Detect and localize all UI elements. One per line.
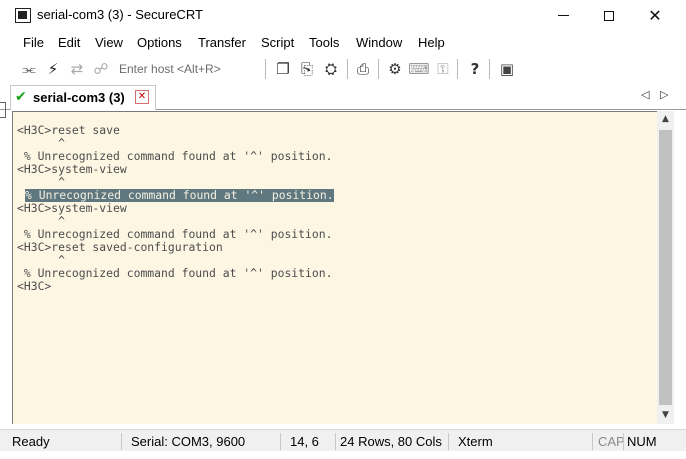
copy-icon[interactable]: ❐ [273,59,293,79]
status-bar: Ready Serial: COM3, 9600 14, 6 24 Rows, … [0,429,686,451]
minimize-icon [557,15,569,16]
toolbar-separator [457,59,458,79]
maximize-icon [604,10,614,21]
status-cursor-position: 14, 6 [290,434,319,449]
tab-bar: ✔ serial-com3 (3) ✕ [0,84,686,110]
menu-help[interactable]: Help [418,35,445,50]
tab-prev-icon[interactable]: ◁ [641,88,649,101]
menu-file[interactable]: File [23,35,44,50]
status-ready: Ready [12,434,50,449]
reconnect-icon[interactable]: ⇄ [67,59,87,79]
tab-serial-com3[interactable]: ✔ serial-com3 (3) ✕ [10,85,156,110]
sftp-icon[interactable]: ⚿ [433,59,453,79]
status-serial: Serial: COM3, 9600 [131,434,246,449]
window-title: serial-com3 (3) - SecureCRT [37,7,203,22]
status-separator [121,433,122,450]
settings-icon[interactable]: ⚙ [385,59,405,79]
maximize-button[interactable] [586,0,632,31]
left-edge-tab-icon [0,102,6,118]
about-icon[interactable]: ▣ [497,59,517,79]
vertical-scrollbar[interactable]: ▲ ▼ [657,111,674,424]
tab-close-icon[interactable]: ✕ [135,90,149,104]
toolbar: ⫘ ⚡ ⇄ ☍ Enter host <Alt+R> ❐ ⎘ ⛭ ⎙ ⚙ ⌨ ⚿… [0,55,686,83]
status-separator [335,433,336,450]
toolbar-separator [347,59,348,79]
terminal-line: <H3C> [17,279,52,293]
toolbar-separator [489,59,490,79]
scroll-thumb[interactable] [659,130,672,405]
toolbar-separator [265,59,266,79]
menu-window[interactable]: Window [356,35,402,50]
connect-icon[interactable]: ⫘ [19,59,39,79]
close-icon: ✕ [648,7,662,25]
title-bar: serial-com3 (3) - SecureCRT ✕ [0,0,686,31]
status-separator [623,433,624,450]
disconnect-icon[interactable]: ☍ [91,59,111,79]
status-size: 24 Rows, 80 Cols [340,434,442,449]
status-separator [280,433,281,450]
tab-label: serial-com3 (3) [33,90,125,105]
keymap-icon[interactable]: ⌨ [408,59,430,79]
terminal-screen[interactable]: <H3C>reset save ^ % Unrecognized command… [12,111,657,424]
status-caps-lock: CAP [598,434,625,449]
close-button[interactable]: ✕ [632,0,678,31]
menu-script[interactable]: Script [261,35,294,50]
paste-icon[interactable]: ⎘ [297,59,317,79]
menu-transfer[interactable]: Transfer [198,35,246,50]
menu-tools[interactable]: Tools [309,35,339,50]
status-emulation: Xterm [458,434,493,449]
status-separator [592,433,593,450]
minimize-button[interactable] [540,0,586,31]
terminal-line: % Unrecognized command found at '^' posi… [17,266,333,280]
menu-edit[interactable]: Edit [58,35,80,50]
scroll-up-icon[interactable]: ▲ [657,111,674,128]
status-separator [448,433,449,450]
host-input[interactable]: Enter host <Alt+R> [119,62,221,76]
securecrt-icon[interactable] [15,8,31,23]
scroll-down-icon[interactable]: ▼ [657,407,674,424]
print-icon[interactable]: ⎙ [353,59,373,79]
connected-check-icon: ✔ [15,89,27,105]
menu-view[interactable]: View [95,35,123,50]
status-num-lock: NUM [627,434,657,449]
quick-connect-icon[interactable]: ⚡ [43,59,63,79]
tab-next-icon[interactable]: ▷ [660,88,668,101]
help-icon[interactable]: ? [465,59,485,79]
find-icon[interactable]: ⛭ [321,59,341,79]
menu-bar: File Edit View Options Transfer Script T… [0,31,686,54]
toolbar-separator [378,59,379,79]
menu-options[interactable]: Options [137,35,182,50]
